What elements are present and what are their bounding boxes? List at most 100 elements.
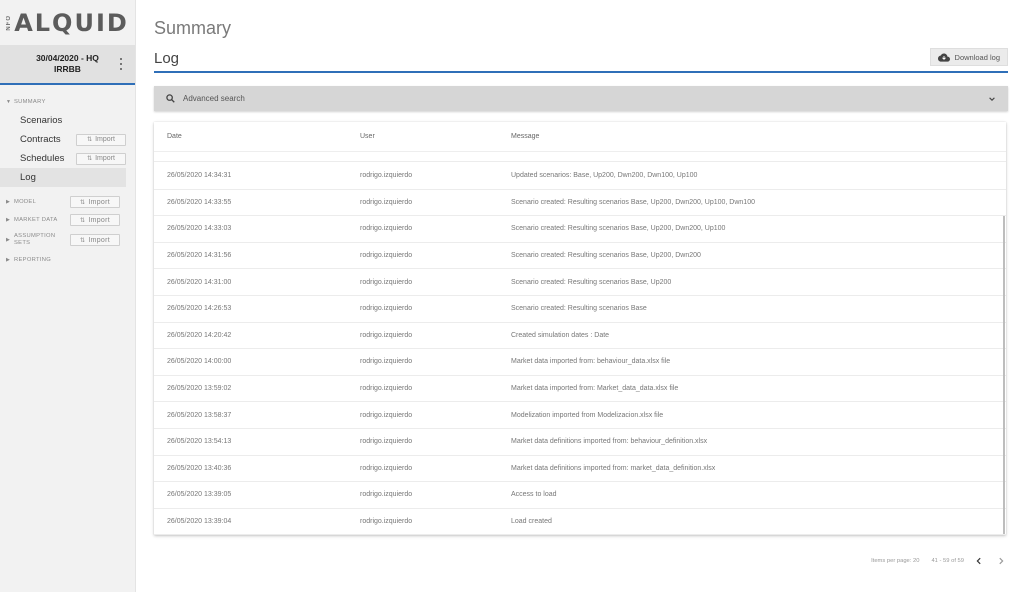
caret-right-icon: ▶ (6, 217, 11, 223)
table-body[interactable]: 26/05/2020 14:34:31 rodrigo.izquierdo Upda… (154, 152, 1006, 535)
sidebar-item-schedules[interactable]: Schedules ⇅ Import (0, 149, 135, 168)
kebab-icon[interactable] (119, 58, 123, 70)
import-label: Import (88, 198, 110, 206)
caret-right-icon: ▶ (6, 199, 11, 205)
nav-section-label: SUMMARY (14, 99, 46, 105)
schedules-import-button[interactable]: ⇅ Import (76, 152, 126, 165)
table-row[interactable]: 26/05/2020 14:00:00 rodrigo.izquierdo Mark… (154, 349, 1006, 376)
cell-date: 26/05/2020 14:34:31 (167, 172, 232, 180)
logo: NFO ALQUID (0, 0, 135, 45)
cell-message: Scenario created: Resulting scenarios Ba… (511, 305, 647, 313)
cell-user: rodrigo.izquierdo (360, 385, 413, 393)
context-selector[interactable]: 30/04/2020 - HQ IRRBB (0, 45, 135, 85)
cell-user: rodrigo.izquierdo (360, 358, 413, 366)
items-per-page[interactable]: Items per page: 20 (871, 558, 919, 564)
cell-message: Market data definitions imported from: m… (511, 464, 716, 472)
advanced-search-label: Advanced search (183, 94, 245, 103)
nav-section-label: MODEL (14, 199, 37, 205)
pagination: Items per page: 20 41 - 59 of 59 (871, 553, 1008, 569)
caret-down-icon: ▼ (6, 99, 12, 105)
sidebar-item-scenarios[interactable]: Scenarios (0, 111, 135, 130)
sidebar-item-label: Scenarios (20, 115, 63, 126)
cell-user: rodrigo.izquierdo (360, 438, 413, 446)
table-row[interactable]: 26/05/2020 13:39:04 rodrigo.izquierdo Load… (154, 509, 1006, 535)
cell-message: Market data definitions imported from: b… (511, 438, 708, 446)
cell-user: rodrigo.izquierdo (360, 411, 413, 419)
cell-user: rodrigo.izquierdo (360, 305, 413, 313)
cell-user: rodrigo.izquierdo (360, 225, 413, 233)
table-row[interactable]: 26/05/2020 14:33:55 rodrigo.izquierdo Scen… (154, 190, 1006, 217)
cell-message: Market data imported from: Market_data_d… (511, 385, 679, 393)
cell-date: 26/05/2020 14:33:03 (167, 225, 232, 233)
cell-message: Load created (511, 518, 552, 526)
nav-section-reporting[interactable]: ▶ REPORTING (0, 251, 135, 269)
sort-icon: ⇅ (87, 156, 93, 162)
nav-section-label-line2: SETS (14, 240, 31, 246)
download-log-button[interactable]: Download log (929, 48, 1008, 66)
table-row[interactable]: 26/05/2020 13:39:05 rodrigo.izquierdo Acce… (154, 482, 1006, 509)
sidebar-item-contracts[interactable]: Contracts ⇅ Import (0, 130, 135, 149)
page-range: 41 - 59 of 59 (931, 558, 964, 564)
column-header-message[interactable]: Message (511, 133, 1006, 140)
previous-page-button[interactable] (972, 554, 986, 568)
cell-date: 26/05/2020 14:00:00 (167, 358, 232, 366)
page-title: Summary (154, 18, 232, 38)
market-data-import-button[interactable]: ⇅ Import (70, 214, 120, 226)
table-row[interactable]: 26/05/2020 13:58:37 rodrigo.izquierdo Mode… (154, 402, 1006, 429)
table-row[interactable]: 26/05/2020 14:20:42 rodrigo.izquierdo Crea… (154, 323, 1006, 350)
import-label: Import (88, 236, 110, 244)
sidebar-item-log[interactable]: Log (0, 168, 126, 187)
import-label: Import (95, 136, 115, 143)
context-line2: IRRBB (54, 64, 81, 74)
table-header: Date User Message (154, 122, 1006, 152)
nav-section-summary[interactable]: ▼ SUMMARY (0, 93, 135, 111)
cell-date: 26/05/2020 13:58:37 (167, 411, 232, 419)
table-row[interactable]: 26/05/2020 13:54:13 rodrigo.izquierdo Mark… (154, 429, 1006, 456)
table-row[interactable]: 26/05/2020 13:59:02 rodrigo.izquierdo Mark… (154, 376, 1006, 403)
cell-message: Market data imported from: behaviour_dat… (511, 358, 671, 366)
cell-message: Scenario created: Resulting scenarios Ba… (511, 198, 755, 206)
next-page-button[interactable] (994, 554, 1008, 568)
cell-user: rodrigo.izquierdo (360, 172, 413, 180)
cell-message: Updated scenarios: Base, Up200, Dwn200, … (511, 172, 698, 180)
chevron-down-icon[interactable] (988, 95, 996, 103)
cell-user: rodrigo.izquierdo (360, 464, 413, 472)
cell-date: 26/05/2020 13:59:02 (167, 385, 232, 393)
column-header-user[interactable]: User (360, 133, 511, 140)
table-row[interactable]: 26/05/2020 14:33:03 rodrigo.izquierdo Scen… (154, 216, 1006, 243)
chevron-right-icon (999, 557, 1004, 565)
assumption-sets-import-button[interactable]: ⇅ Import (70, 234, 120, 246)
chevron-left-icon (976, 557, 981, 565)
sort-icon: ⇅ (80, 217, 86, 224)
download-log-label: Download log (954, 52, 1000, 62)
advanced-search-panel[interactable]: Advanced search (154, 86, 1008, 111)
cell-user: rodrigo.izquierdo (360, 491, 413, 499)
cloud-download-icon (937, 53, 950, 62)
nav-section-label-line1: ASSUMPTION (14, 233, 56, 239)
cell-user: rodrigo.izquierdo (360, 252, 413, 260)
model-import-button[interactable]: ⇅ Import (70, 196, 120, 208)
nav-section-assumption-sets[interactable]: ▶ ASSUMPTION SETS ⇅ Import (0, 229, 135, 251)
sidebar: NFO ALQUID 30/04/2020 - HQ IRRBB ▼ SUMMA… (0, 0, 136, 592)
column-header-date[interactable]: Date (154, 133, 360, 140)
table-row[interactable]: 26/05/2020 14:31:56 rodrigo.izquierdo Scen… (154, 243, 1006, 270)
table-row[interactable]: 26/05/2020 13:40:36 rodrigo.izquierdo Mark… (154, 456, 1006, 483)
cell-message: Scenario created: Resulting scenarios Ba… (511, 252, 701, 260)
table-row[interactable]: 26/05/2020 14:31:00 rodrigo.izquierdo Scen… (154, 269, 1006, 296)
import-label: Import (88, 216, 110, 224)
table-row[interactable]: 26/05/2020 14:34:31 rodrigo.izquierdo Upda… (154, 163, 1006, 190)
section-header: Log Download log (154, 48, 1008, 73)
nav-section-model[interactable]: ▶ MODEL ⇅ Import (0, 193, 135, 211)
contracts-import-button[interactable]: ⇅ Import (76, 133, 126, 146)
nav-section-label: ASSUMPTION SETS (14, 233, 70, 247)
context-line1: 30/04/2020 - HQ (36, 53, 99, 63)
cell-date: 26/05/2020 13:40:36 (167, 464, 232, 472)
app: NFO ALQUID 30/04/2020 - HQ IRRBB ▼ SUMMA… (0, 0, 1024, 592)
table-row[interactable]: 26/05/2020 14:26:53 rodrigo.izquierdo Scen… (154, 296, 1006, 323)
cell-user: rodrigo.izquierdo (360, 331, 413, 339)
caret-right-icon: ▶ (6, 257, 11, 263)
cell-message: Created simulation dates : Date (511, 331, 610, 339)
nav-section-market-data[interactable]: ▶ MARKET DATA ⇅ Import (0, 211, 135, 229)
table-scrollbar[interactable] (1003, 216, 1005, 534)
sort-icon: ⇅ (80, 237, 86, 244)
